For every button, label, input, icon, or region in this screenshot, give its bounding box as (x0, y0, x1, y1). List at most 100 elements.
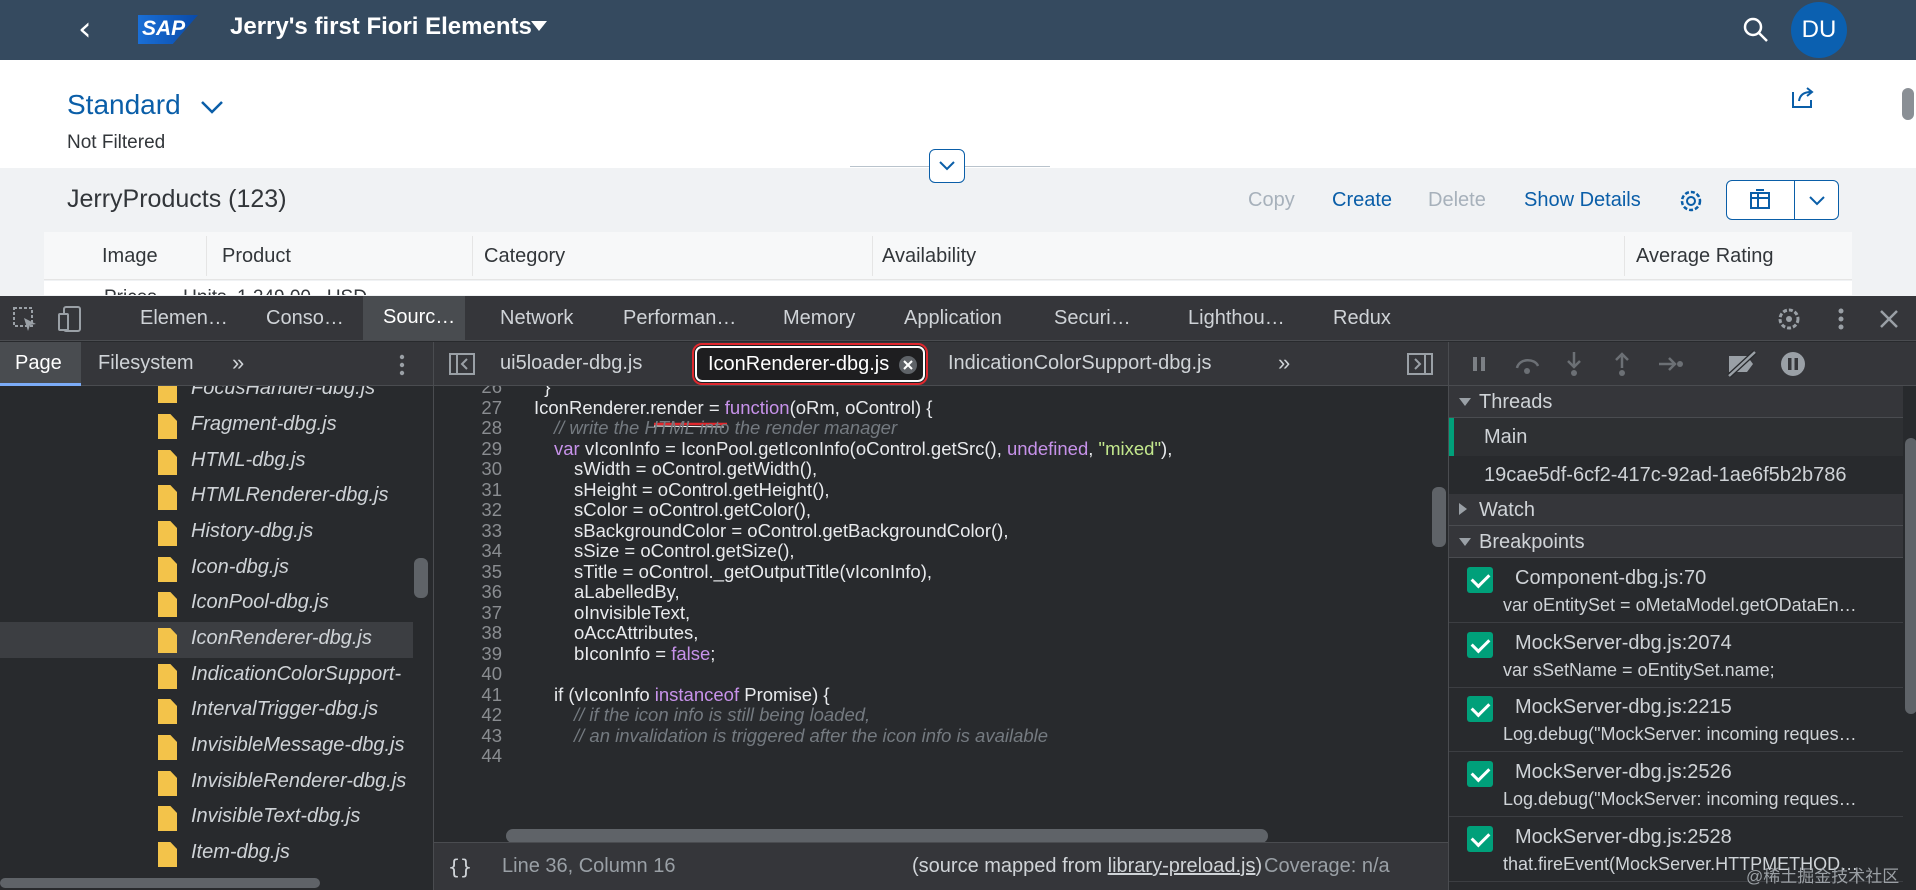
table-row[interactable]: Prices Units 1,249.00 USD (44, 281, 1852, 295)
editor-tab-ui5loader[interactable]: ui5loader-dbg.js (500, 352, 642, 375)
editor-hscrollbar[interactable] (506, 829, 1268, 843)
search-icon[interactable] (1740, 14, 1772, 46)
file-item[interactable]: HTMLRenderer-dbg.js (0, 479, 413, 515)
page-scrollbar[interactable] (1902, 88, 1914, 120)
deactivate-breakpoints-icon[interactable] (1725, 350, 1759, 378)
pretty-print-icon[interactable]: {} (448, 855, 472, 879)
line-number[interactable]: 38 (434, 622, 502, 644)
line-number[interactable]: 41 (434, 684, 502, 706)
more-tabs-icon[interactable]: » (1278, 350, 1290, 376)
column-average-rating[interactable]: Average Rating (1636, 245, 1774, 268)
tab-redux[interactable]: Redux (1333, 307, 1391, 330)
cursor-position[interactable]: Line 36, Column 16 (502, 855, 675, 878)
file-item[interactable]: Icon-dbg.js (0, 551, 413, 587)
breakpoint-checkbox[interactable] (1467, 632, 1493, 658)
column-product[interactable]: Product (222, 245, 291, 268)
breakpoint-item[interactable]: MockServer-dbg.js:2526 Log.debug("MockSer… (1449, 753, 1903, 817)
line-number[interactable]: 39 (434, 643, 502, 665)
pause-icon[interactable] (1469, 354, 1489, 374)
breakpoint-checkbox[interactable] (1467, 567, 1493, 593)
breakpoint-item[interactable]: Component-dbg.js:70 var oEntitySet = oMet… (1449, 559, 1903, 623)
line-number[interactable]: 32 (434, 499, 502, 521)
inspect-element-icon[interactable] (10, 304, 40, 334)
step-over-icon[interactable] (1513, 352, 1543, 376)
editor-tab-iconrenderer[interactable]: IconRenderer-dbg.js (692, 343, 928, 385)
file-item[interactable]: FocusHandler-dbg.js (0, 386, 413, 408)
close-icon[interactable] (898, 355, 918, 375)
back-icon[interactable]: ‹ (78, 12, 92, 46)
more-options-icon[interactable] (1826, 304, 1856, 334)
tab-application[interactable]: Application (904, 307, 1002, 330)
breakpoint-checkbox[interactable] (1467, 696, 1493, 722)
file-item[interactable]: InvisibleMessage-dbg.js (0, 729, 413, 765)
breakpoint-item[interactable]: MockServer-dbg.js:2215 Log.debug("MockSer… (1449, 688, 1903, 752)
thread-main[interactable]: Main (1449, 418, 1903, 456)
delete-button[interactable]: Delete (1428, 189, 1486, 212)
step-icon[interactable] (1657, 354, 1685, 374)
caret-down-icon[interactable] (531, 21, 547, 31)
tab-page[interactable]: Page (0, 342, 81, 386)
editor-scrollbar[interactable] (1432, 487, 1446, 547)
export-button-group[interactable] (1726, 180, 1839, 220)
tab-performance[interactable]: Performan… (623, 307, 736, 330)
tab-elements[interactable]: Elemen… (140, 307, 228, 330)
toggle-debugger-icon[interactable] (1406, 352, 1434, 376)
thread-worker[interactable]: 19cae5df-6cf2-417c-92ad-1ae6f5b2b786 (1449, 456, 1903, 494)
file-item-selected[interactable]: IconRenderer-dbg.js (0, 622, 413, 658)
file-item[interactable]: IconPool-dbg.js (0, 586, 413, 622)
pause-on-exceptions-icon[interactable] (1779, 350, 1807, 378)
tab-network[interactable]: Network (500, 307, 573, 330)
line-number[interactable]: 30 (434, 458, 502, 480)
app-title[interactable]: Jerry's first Fiori Elements (230, 13, 532, 41)
source-map-link[interactable]: library-preload.js (1108, 855, 1256, 877)
tab-console[interactable]: Conso… (266, 307, 344, 330)
file-item[interactable]: InvisibleRenderer-dbg.js (0, 765, 413, 801)
create-button[interactable]: Create (1332, 189, 1392, 212)
line-number[interactable]: 28 (434, 417, 502, 439)
column-category[interactable]: Category (484, 245, 565, 268)
line-number[interactable]: 36 (434, 581, 502, 603)
avatar[interactable]: DU (1791, 2, 1847, 58)
breakpoint-checkbox[interactable] (1467, 761, 1493, 787)
line-number[interactable]: 27 (434, 397, 502, 419)
file-item[interactable]: InvisibleText-dbg.js (0, 800, 413, 836)
gear-icon[interactable] (1676, 186, 1706, 216)
more-options-icon[interactable] (392, 351, 412, 379)
tab-memory[interactable]: Memory (783, 307, 855, 330)
threads-section-header[interactable]: Threads (1449, 386, 1903, 418)
tab-filesystem[interactable]: Filesystem (98, 352, 194, 375)
line-number[interactable]: 35 (434, 561, 502, 583)
file-item[interactable]: History-dbg.js (0, 515, 413, 551)
gear-icon[interactable] (1774, 304, 1804, 334)
tab-sources[interactable]: Sourc… (363, 296, 465, 340)
device-toolbar-icon[interactable] (56, 304, 86, 334)
file-item[interactable]: IndicationColorSupport- (0, 658, 413, 694)
navigator-hscrollbar[interactable] (0, 878, 320, 888)
step-out-icon[interactable] (1611, 350, 1633, 378)
line-number[interactable]: 43 (434, 725, 502, 747)
share-icon[interactable] (1790, 84, 1816, 110)
variant-management[interactable]: Standard (67, 89, 181, 121)
breakpoints-section-header[interactable]: Breakpoints (1449, 526, 1903, 558)
line-number[interactable]: 34 (434, 540, 502, 562)
line-number[interactable]: 37 (434, 602, 502, 624)
column-image[interactable]: Image (102, 245, 158, 268)
tab-lighthouse[interactable]: Lighthou… (1188, 307, 1285, 330)
code-editor[interactable]: 26 } 27 IconRenderer.render = function(oRm… (434, 386, 1448, 842)
breakpoint-checkbox[interactable] (1467, 826, 1493, 852)
line-number[interactable]: 40 (434, 663, 502, 685)
file-item[interactable]: HTML-dbg.js (0, 444, 413, 480)
more-tabs-icon[interactable]: » (232, 350, 244, 376)
navigator-scrollbar[interactable] (414, 558, 428, 598)
copy-button[interactable]: Copy (1248, 189, 1295, 212)
collapse-header-button[interactable] (929, 149, 965, 183)
line-number[interactable]: 29 (434, 438, 502, 460)
file-item[interactable]: IntervalTrigger-dbg.js (0, 693, 413, 729)
editor-tab-indicationcolor[interactable]: IndicationColorSupport-dbg.js (948, 352, 1212, 375)
watch-section-header[interactable]: Watch (1449, 494, 1903, 526)
column-availability[interactable]: Availability (882, 245, 976, 268)
show-details-button[interactable]: Show Details (1524, 189, 1641, 212)
line-number[interactable]: 33 (434, 520, 502, 542)
chevron-down-icon[interactable] (1807, 191, 1827, 209)
toggle-navigator-icon[interactable] (448, 352, 476, 376)
